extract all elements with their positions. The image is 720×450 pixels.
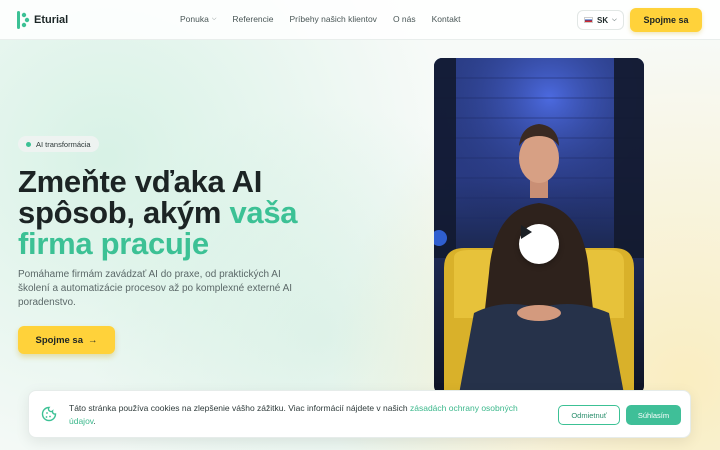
intro-video[interactable] — [434, 58, 644, 394]
cookie-suffix: . — [93, 415, 96, 426]
arrow-right-icon: → — [88, 334, 98, 346]
accept-cookies-button[interactable]: Súhlasím — [626, 405, 681, 425]
language-code: SK — [597, 15, 609, 25]
headline-plain: Zmeňte vďaka AI spôsob, akým — [18, 164, 263, 230]
logo-icon — [17, 11, 30, 29]
logo-text: Eturial — [34, 14, 69, 26]
logo[interactable]: Eturial — [16, 10, 68, 30]
contact-button-top[interactable]: Spojme sa — [630, 8, 702, 32]
cookie-message: Táto stránka používa cookies na zlepšeni… — [69, 402, 539, 427]
hero-badge: AI transformácia — [18, 136, 99, 152]
main-menu: Ponuka ⌵ Referencie Príbehy našich klien… — [180, 14, 460, 24]
cookie-icon — [41, 406, 57, 422]
contact-button-hero[interactable]: Spojme sa → — [18, 326, 115, 354]
flag-sk-icon — [584, 17, 593, 23]
decline-cookies-button[interactable]: Odmietnuť — [558, 405, 620, 425]
cta-label: Spojme sa — [35, 334, 84, 346]
play-button[interactable] — [519, 224, 559, 264]
language-selector[interactable]: SK ⌵ — [577, 10, 624, 30]
badge-label: AI transformácia — [36, 139, 91, 149]
nav-item-pribehy[interactable]: Príbehy našich klientov — [290, 14, 377, 24]
cookie-banner: Táto stránka používa cookies na zlepšeni… — [28, 390, 691, 438]
nav-item-kontakt[interactable]: Kontakt — [432, 14, 461, 24]
nav-item-o-nas[interactable]: O nás — [393, 14, 416, 24]
hero-description: Pomáhame firmám zavádzať AI do praxe, od… — [18, 269, 293, 308]
nav-item-ponuka[interactable]: Ponuka ⌵ — [180, 14, 216, 24]
cookie-text: Táto stránka používa cookies na zlepšeni… — [69, 403, 410, 413]
nav-item-referencie[interactable]: Referencie — [232, 14, 273, 24]
chevron-down-icon: ⌵ — [612, 16, 617, 23]
chevron-down-icon: ⌵ — [211, 15, 217, 22]
hero-headline: Zmeňte vďaka AI spôsob, akým vaša firma … — [18, 166, 338, 259]
top-navbar: Eturial Ponuka ⌵ Referencie Príbehy naši… — [0, 0, 720, 40]
nav-item-label: Ponuka — [180, 14, 209, 24]
badge-dot-icon — [26, 141, 31, 147]
play-icon — [521, 225, 532, 239]
